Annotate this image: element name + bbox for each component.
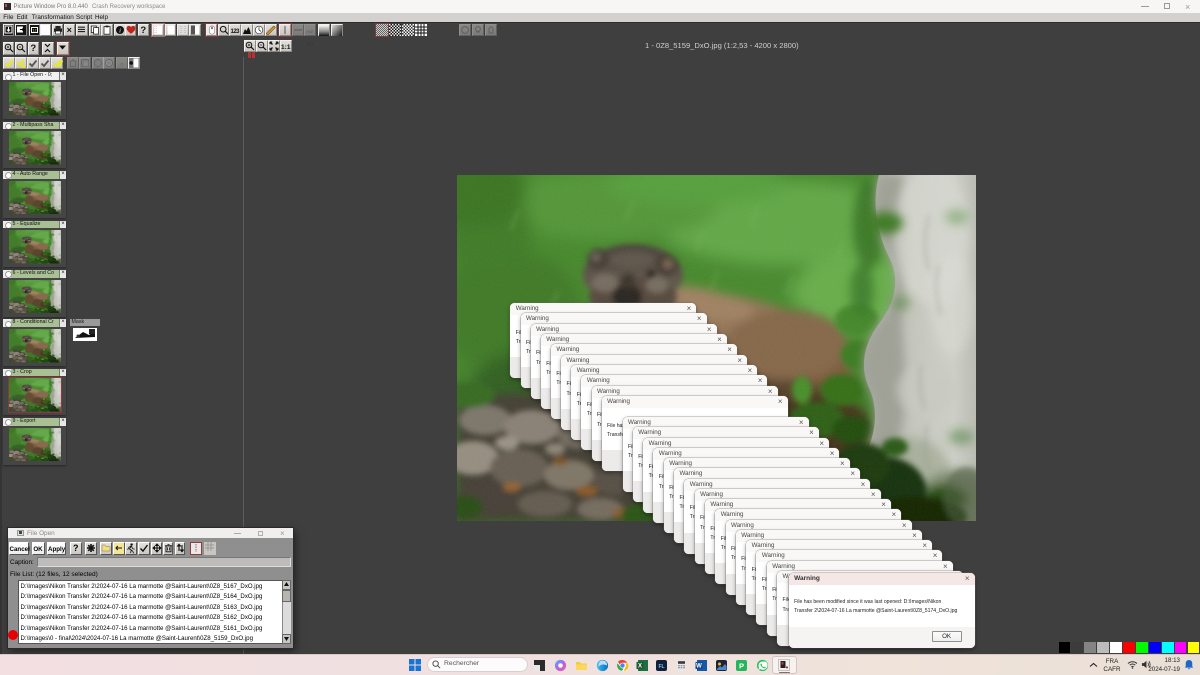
- svg-text:i: i: [119, 27, 121, 34]
- svg-text:12: 12: [32, 28, 36, 32]
- svg-text:P: P: [739, 661, 744, 670]
- svg-text:W: W: [696, 663, 702, 669]
- svg-text:X: X: [638, 663, 642, 669]
- svg-text:FL: FL: [658, 663, 664, 669]
